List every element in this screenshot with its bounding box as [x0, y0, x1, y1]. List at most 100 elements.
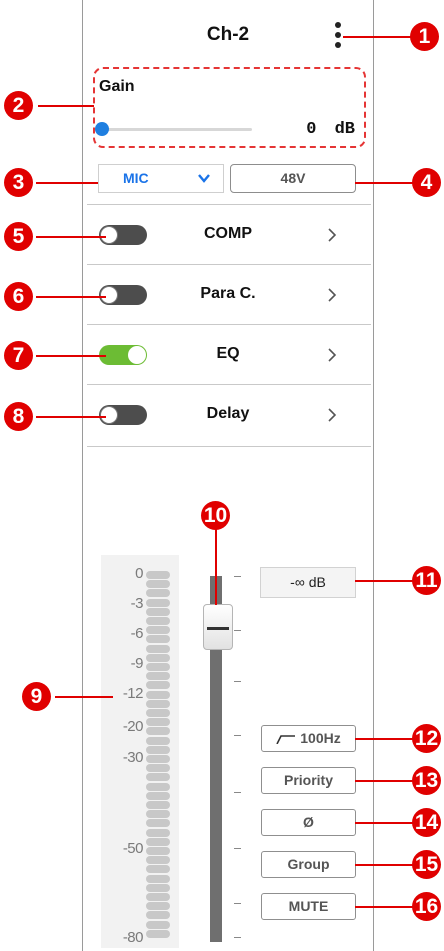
meter-led-segment — [146, 745, 170, 754]
meter-led-segment — [146, 755, 170, 763]
chevron-right-icon — [328, 228, 337, 242]
meter-led-segment — [146, 736, 170, 745]
meter-led-segment — [146, 782, 170, 791]
meter-label: -12 — [122, 685, 144, 702]
callout-badge: 14 — [412, 808, 441, 837]
gain-slider-track[interactable] — [101, 128, 252, 131]
comp-toggle[interactable] — [99, 225, 147, 245]
meter-led-segment — [146, 893, 170, 901]
priority-button[interactable]: Priority — [261, 767, 356, 794]
meter-led-segment — [146, 644, 170, 653]
callout-badge: 3 — [4, 168, 33, 197]
hpf-button[interactable]: 100Hz — [261, 725, 356, 752]
meter-led-segment — [146, 709, 170, 717]
meter-led-segment — [146, 617, 170, 625]
meter-led-segment — [146, 920, 170, 929]
fader-level-readout: -∞ dB — [260, 567, 356, 598]
meter-led-segment — [146, 828, 170, 837]
meter-led-segment — [146, 571, 170, 579]
meter-led-segment — [146, 874, 170, 883]
fader-tick — [234, 792, 241, 793]
level-meter: 0 -3 -6 -9 -12 -20 -30 -50 -80 — [101, 555, 179, 948]
gain-slider-thumb[interactable] — [95, 122, 109, 136]
gain-value: 0 dB — [306, 120, 355, 139]
mute-button[interactable]: MUTE — [261, 893, 356, 920]
meter-led-segment — [146, 773, 170, 782]
meter-led-segment — [146, 929, 170, 938]
meter-led-segment — [146, 883, 170, 892]
meter-led-segment — [146, 580, 170, 589]
fader-handle[interactable] — [203, 604, 233, 650]
more-options-icon[interactable] — [333, 22, 343, 48]
meter-label: -30 — [122, 749, 144, 766]
eq-toggle[interactable] — [99, 345, 147, 365]
callout-badge: 12 — [412, 724, 441, 753]
gain-value-number: 0 — [306, 120, 317, 139]
row-para-c[interactable]: Para C. — [83, 266, 373, 324]
callout-badge: 5 — [4, 222, 33, 251]
callout-line — [355, 864, 415, 866]
meter-led-segment — [146, 865, 170, 874]
para-c-toggle[interactable] — [99, 285, 147, 305]
hpf-label: 100Hz — [300, 730, 341, 746]
meter-led-segment — [146, 810, 170, 819]
callout-line — [355, 580, 415, 582]
callout-line — [36, 416, 106, 418]
meter-led-segment — [146, 764, 170, 773]
meter-label: -9 — [130, 655, 144, 672]
eq-label: EQ — [216, 345, 240, 362]
meter-led-segment — [146, 607, 170, 616]
callout-line — [36, 296, 106, 298]
fader-tick — [234, 848, 241, 849]
gain-value-unit: dB — [334, 120, 355, 139]
input-source-select[interactable]: MIC — [98, 164, 224, 193]
callout-line — [38, 105, 94, 107]
input-source-value: MIC — [123, 170, 149, 186]
callout-badge: 2 — [4, 91, 33, 120]
callout-line — [355, 822, 415, 824]
meter-led-segment — [146, 672, 170, 681]
phantom-power-button[interactable]: 48V — [230, 164, 356, 193]
callout-badge: 11 — [412, 566, 441, 595]
delay-toggle[interactable] — [99, 405, 147, 425]
meter-led-segment — [146, 690, 170, 699]
row-eq[interactable]: EQ — [83, 326, 373, 384]
callout-line — [355, 182, 415, 184]
callout-line — [215, 527, 217, 605]
callout-badge: 6 — [4, 282, 33, 311]
high-pass-filter-icon — [276, 735, 296, 745]
fader-tick — [234, 630, 241, 631]
channel-title: Ch-2 — [206, 24, 250, 45]
meter-led-segment — [146, 653, 170, 662]
meter-label: -6 — [130, 625, 144, 642]
fader-tick — [234, 903, 241, 904]
divider — [87, 446, 371, 447]
callout-badge: 10 — [201, 501, 230, 530]
meter-label: -50 — [122, 840, 144, 857]
callout-line — [36, 355, 106, 357]
phase-invert-button[interactable]: Ø — [261, 809, 356, 836]
fader-tick — [234, 681, 241, 682]
meter-led-segment — [146, 727, 170, 736]
divider — [87, 324, 371, 325]
group-button[interactable]: Group — [261, 851, 356, 878]
meter-led-segment — [146, 902, 170, 911]
comp-label: COMP — [204, 225, 252, 242]
meter-led-segment — [146, 718, 170, 727]
row-comp[interactable]: COMP — [83, 206, 373, 264]
meter-led-segment — [146, 847, 170, 855]
chevron-right-icon — [328, 288, 337, 302]
callout-badge: 13 — [412, 766, 441, 795]
meter-led-segment — [146, 819, 170, 828]
meter-led-segment — [146, 589, 170, 598]
meter-led-segment — [146, 911, 170, 920]
meter-led-segment — [146, 791, 170, 800]
divider — [87, 204, 371, 205]
meter-led-segment — [146, 681, 170, 690]
row-delay[interactable]: Delay — [83, 386, 373, 444]
callout-badge: 9 — [22, 682, 51, 711]
fader-tick — [234, 735, 241, 736]
chevron-right-icon — [328, 408, 337, 422]
callout-line — [355, 780, 415, 782]
meter-led-segment — [146, 837, 170, 846]
